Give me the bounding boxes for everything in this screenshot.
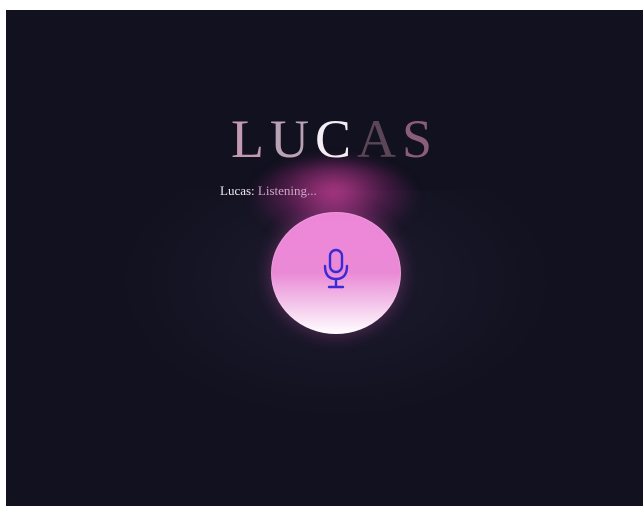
app-title: LUCAS [6,112,643,166]
title-letter: U [269,109,315,169]
title-letter: C [314,109,357,169]
title-letter: A [356,109,402,169]
app-stage: LUCAS Lucas: Listening... [6,10,643,506]
status-prefix: Lucas: [220,183,258,198]
microphone-button[interactable] [271,212,401,334]
title-letter: S [401,109,439,169]
top-strip [0,0,643,10]
status-text: Lucas: Listening... [220,183,317,199]
microphone-icon [323,248,349,289]
status-value: Listening... [257,183,317,198]
title-letter: L [230,109,270,169]
